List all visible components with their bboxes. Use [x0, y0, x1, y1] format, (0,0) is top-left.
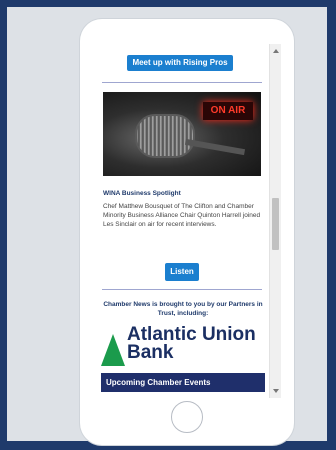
spotlight-title: WINA Business Spotlight — [103, 190, 181, 197]
email-content: Meet up with Rising Pros ON AIR WINA Bus… — [95, 44, 269, 398]
atlantic-union-bank-logo: Atlantic Union Bank — [101, 324, 265, 366]
divider — [102, 82, 262, 83]
scroll-up-icon[interactable] — [273, 49, 279, 53]
sponsor-text: Chamber News is brought to you by our Pa… — [103, 301, 263, 317]
divider — [102, 289, 262, 290]
preview-frame: Meet up with Rising Pros ON AIR WINA Bus… — [4, 4, 330, 445]
scroll-thumb[interactable] — [272, 198, 279, 250]
listen-button[interactable]: Listen — [165, 263, 199, 281]
meetup-button[interactable]: Meet up with Rising Pros — [127, 55, 233, 71]
mic-arm — [184, 138, 246, 156]
upcoming-events-banner: Upcoming Chamber Events — [101, 373, 265, 392]
home-button[interactable] — [171, 401, 203, 433]
bank-name: Atlantic Union Bank — [127, 324, 256, 363]
phone-screen: Meet up with Rising Pros ON AIR WINA Bus… — [95, 44, 281, 398]
bank-logo-mark — [101, 334, 125, 366]
scrollbar[interactable] — [269, 44, 281, 398]
on-air-sign: ON AIR — [203, 102, 253, 120]
on-air-microphone-image: ON AIR — [103, 92, 261, 176]
microphone-icon — [135, 114, 195, 158]
scroll-down-icon[interactable] — [273, 389, 279, 393]
phone-mockup: Meet up with Rising Pros ON AIR WINA Bus… — [80, 19, 294, 445]
spotlight-body: Chef Matthew Bousquet of The Clifton and… — [103, 203, 261, 228]
